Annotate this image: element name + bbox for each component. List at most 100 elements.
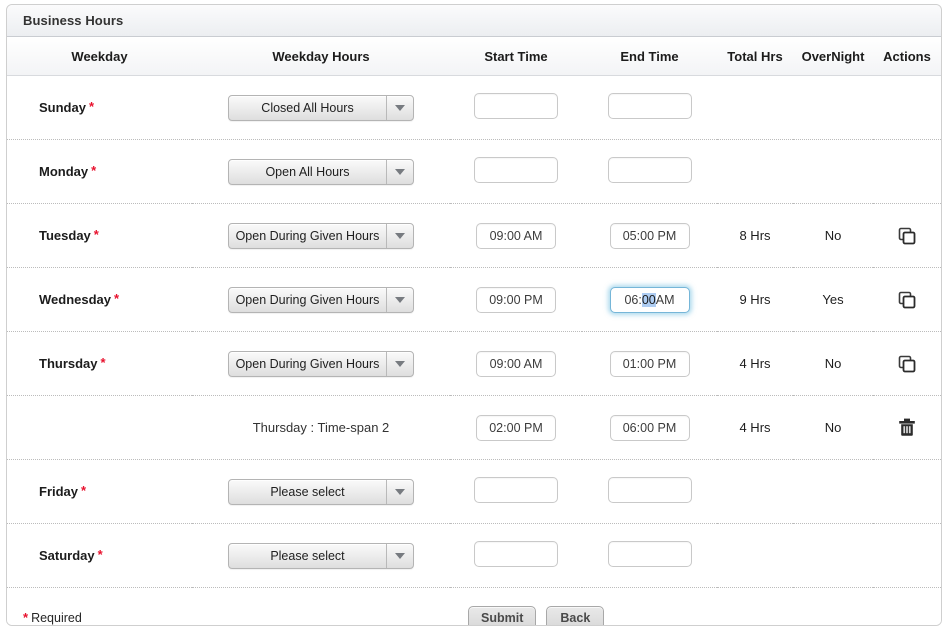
end-time-input[interactable]: 06:00 PM: [610, 415, 690, 441]
total-hrs-cell: [717, 76, 793, 140]
weekday-hours-cell: Open All Hours: [192, 140, 450, 204]
trash-icon[interactable]: [894, 415, 920, 441]
table-header: Weekday Weekday Hours Start Time End Tim…: [7, 37, 941, 76]
start-time-input[interactable]: [474, 477, 558, 503]
form-buttons: Submit Back: [468, 606, 604, 627]
weekday-hours-select-value: Open All Hours: [229, 160, 386, 184]
start-time-input[interactable]: 09:00 PM: [476, 287, 556, 313]
weekday-hours-cell: Closed All Hours: [192, 76, 450, 140]
start-time-cell: [450, 76, 582, 140]
total-hrs-cell: [717, 140, 793, 204]
end-time-input[interactable]: 06:00 AM: [610, 287, 690, 313]
end-time-input[interactable]: 05:00 PM: [610, 223, 690, 249]
chevron-down-icon[interactable]: [386, 224, 413, 248]
end-time-input[interactable]: [608, 93, 692, 119]
required-asterisk: *: [81, 483, 86, 498]
chevron-down-icon[interactable]: [386, 160, 413, 184]
weekday-hours-cell: Thursday : Time-span 2: [192, 396, 450, 460]
actions-cell: [873, 332, 941, 396]
page-title: Business Hours: [23, 13, 123, 28]
chevron-down-icon[interactable]: [386, 96, 413, 120]
column-header-end-time: End Time: [582, 37, 717, 76]
weekday-cell: Thursday*: [7, 332, 192, 396]
column-header-weekday-hours: Weekday Hours: [192, 37, 450, 76]
start-time-input[interactable]: [474, 93, 558, 119]
start-time-input[interactable]: [474, 157, 558, 183]
weekday-hours-select[interactable]: Please select: [228, 479, 414, 505]
actions-cell: [873, 76, 941, 140]
end-time-input[interactable]: 01:00 PM: [610, 351, 690, 377]
actions-cell: [873, 204, 941, 268]
chevron-down-icon[interactable]: [386, 480, 413, 504]
table-row: Wednesday* Open During Given Hours 09:00 P…: [7, 268, 941, 332]
weekday-hours-cell: Open During Given Hours: [192, 332, 450, 396]
weekday-hours-select-value: Open During Given Hours: [229, 288, 386, 312]
end-time-text-before: 06:: [624, 293, 641, 307]
start-time-input[interactable]: 09:00 AM: [476, 223, 556, 249]
start-time-cell: [450, 460, 582, 524]
weekday-cell: Wednesday*: [7, 268, 192, 332]
total-hrs-cell: 9 Hrs: [717, 268, 793, 332]
column-header-weekday: Weekday: [7, 37, 192, 76]
weekday-cell: [7, 396, 192, 460]
end-time-input[interactable]: [608, 477, 692, 503]
actions-cell: [873, 140, 941, 204]
required-note: *Required: [23, 611, 82, 625]
submit-button[interactable]: Submit: [468, 606, 536, 627]
end-time-text-selected: 00: [642, 293, 656, 307]
end-time-cell: [582, 76, 717, 140]
chevron-down-icon[interactable]: [386, 352, 413, 376]
end-time-cell: 06:00 PM: [582, 396, 717, 460]
actions-cell: [873, 460, 941, 524]
end-time-input[interactable]: [608, 541, 692, 567]
column-header-overnight: OverNight: [793, 37, 873, 76]
table-row: Monday*Open All Hours: [7, 140, 941, 204]
weekday-hours-select[interactable]: Please select: [228, 543, 414, 569]
weekday-hours-select[interactable]: Closed All Hours: [228, 95, 414, 121]
start-time-cell: 09:00 AM: [450, 204, 582, 268]
chevron-down-icon[interactable]: [386, 288, 413, 312]
weekday-hours-select[interactable]: Open During Given Hours: [228, 223, 414, 249]
weekday-hours-select[interactable]: Open During Given Hours: [228, 287, 414, 313]
copy-icon[interactable]: [894, 351, 920, 377]
end-time-cell: [582, 524, 717, 588]
overnight-cell: [793, 76, 873, 140]
copy-icon[interactable]: [894, 287, 920, 313]
start-time-input[interactable]: 09:00 AM: [476, 351, 556, 377]
weekday-hours-cell: Please select: [192, 460, 450, 524]
overnight-cell: [793, 460, 873, 524]
weekday-hours-select[interactable]: Open During Given Hours: [228, 351, 414, 377]
overnight-cell: No: [793, 204, 873, 268]
back-button[interactable]: Back: [546, 606, 604, 627]
weekday-label: Monday: [39, 164, 88, 179]
start-time-cell: [450, 140, 582, 204]
overnight-cell: Yes: [793, 268, 873, 332]
column-header-total-hrs: Total Hrs: [717, 37, 793, 76]
required-asterisk: *: [89, 99, 94, 114]
weekday-hours-select-value: Please select: [229, 544, 386, 568]
weekday-cell: Sunday*: [7, 76, 192, 140]
weekday-hours-select[interactable]: Open All Hours: [228, 159, 414, 185]
total-hrs-cell: 4 Hrs: [717, 396, 793, 460]
weekday-label: Wednesday: [39, 292, 111, 307]
required-asterisk: *: [101, 355, 106, 370]
start-time-input[interactable]: [474, 541, 558, 567]
weekday-cell: Tuesday*: [7, 204, 192, 268]
table-row: Saturday* Please select: [7, 524, 941, 588]
actions-cell: [873, 396, 941, 460]
column-header-actions: Actions: [873, 37, 941, 76]
chevron-down-icon[interactable]: [386, 544, 413, 568]
business-hours-table: Weekday Weekday Hours Start Time End Tim…: [7, 37, 941, 588]
overnight-cell: No: [793, 332, 873, 396]
start-time-input[interactable]: 02:00 PM: [476, 415, 556, 441]
table-header-row: Weekday Weekday Hours Start Time End Tim…: [7, 37, 941, 76]
end-time-input[interactable]: [608, 157, 692, 183]
weekday-hours-cell: Open During Given Hours: [192, 268, 450, 332]
required-asterisk: *: [23, 610, 28, 625]
weekday-cell: Saturday*: [7, 524, 192, 588]
copy-icon[interactable]: [894, 223, 920, 249]
business-hours-panel: Business Hours Weekday Weekday Hours Sta…: [6, 4, 942, 626]
weekday-cell: Friday*: [7, 460, 192, 524]
weekday-hours-cell: Please select: [192, 524, 450, 588]
weekday-hours-select-value: Closed All Hours: [229, 96, 386, 120]
